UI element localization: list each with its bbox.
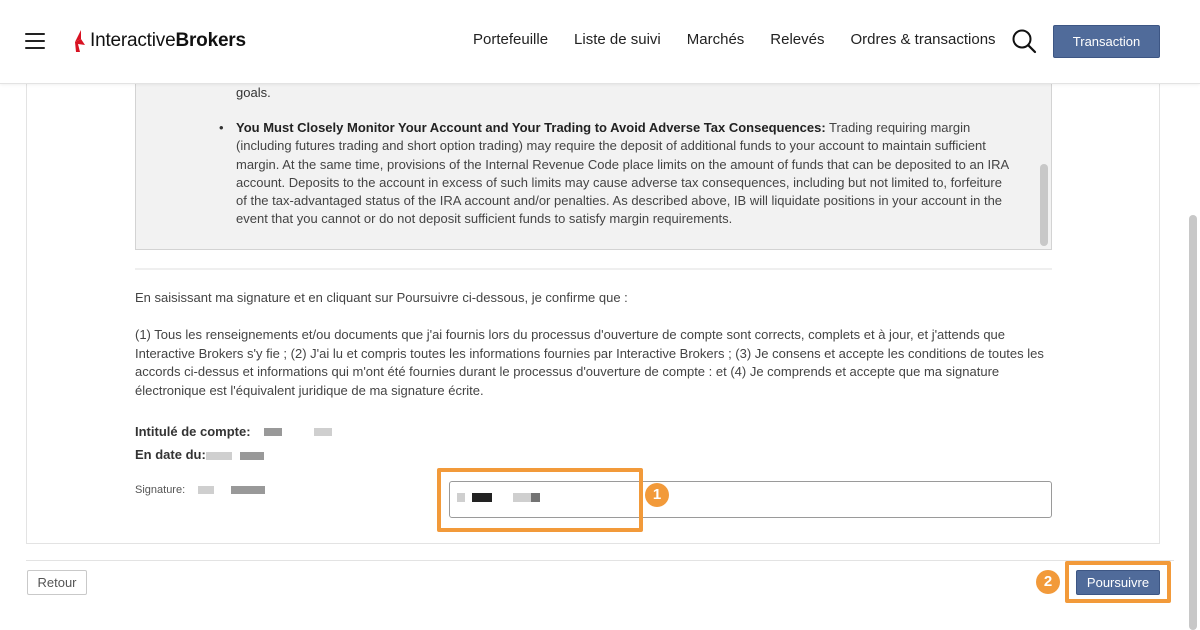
- nav-marches[interactable]: Marchés: [687, 30, 745, 50]
- step-badge-1: 1: [645, 483, 669, 507]
- account-title-value: [264, 428, 282, 436]
- step-badge-2: 2: [1036, 570, 1060, 594]
- ib-logo-icon: [75, 30, 85, 52]
- footer-divider: [26, 560, 1174, 561]
- bullet-dot: •: [219, 120, 224, 135]
- account-title-value-2: [314, 428, 332, 436]
- logo-text-regular: Interactive: [90, 30, 176, 51]
- hamburger-icon[interactable]: [25, 33, 45, 49]
- main-nav: Portefeuille Liste de suivi Marchés Rele…: [460, 30, 1022, 50]
- disclosure-text-top: goals.: [236, 85, 271, 100]
- confirmation-intro: En saisissant ma signature et en cliquan…: [135, 290, 628, 305]
- signature-typed-1: [457, 493, 465, 502]
- bullet-body: Trading requiring margin (including futu…: [236, 120, 1009, 227]
- date-value-2: [240, 452, 264, 460]
- signature-name-value-2: [231, 486, 265, 494]
- page-scrollbar-thumb[interactable]: [1189, 215, 1197, 630]
- nav-releves[interactable]: Relevés: [770, 30, 824, 50]
- disclosure-box[interactable]: goals. • You Must Closely Monitor Your A…: [135, 84, 1052, 250]
- logo-text-bold: Brokers: [175, 30, 246, 51]
- nav-portefeuille[interactable]: Portefeuille: [473, 30, 548, 50]
- ib-logo[interactable]: InteractiveBrokers: [72, 27, 246, 55]
- signature-label: Signature:: [135, 484, 186, 496]
- signature-name-value: [198, 486, 214, 494]
- bullet-title: You Must Closely Monitor Your Account an…: [236, 120, 826, 135]
- disclosure-bullet: • You Must Closely Monitor Your Account …: [219, 119, 1011, 229]
- transaction-button[interactable]: Transaction: [1053, 25, 1160, 58]
- confirmation-body: (1) Tous les renseignements et/ou docume…: [135, 327, 1044, 398]
- back-button[interactable]: Retour: [27, 570, 87, 595]
- date-value: [206, 452, 232, 460]
- disclosure-scrollbar-thumb[interactable]: [1040, 164, 1048, 246]
- top-header: InteractiveBrokers Portefeuille Liste de…: [0, 0, 1200, 84]
- continue-button[interactable]: Poursuivre: [1076, 570, 1160, 595]
- signature-typed-4: [531, 493, 540, 502]
- nav-ordres-transactions[interactable]: Ordres & transactions: [851, 30, 996, 50]
- nav-liste-de-suivi[interactable]: Liste de suivi: [574, 30, 661, 50]
- bullet-text: You Must Closely Monitor Your Account an…: [236, 119, 1011, 229]
- signature-typed-3: [513, 493, 531, 502]
- signature-input[interactable]: [449, 481, 1052, 518]
- logo-text: InteractiveBrokers: [90, 30, 246, 52]
- search-icon[interactable]: [1011, 28, 1037, 54]
- divider: [135, 268, 1052, 270]
- signature-typed-2: [472, 493, 492, 502]
- account-title-label: Intitulé de compte:: [135, 424, 251, 439]
- date-label: En date du:: [135, 447, 206, 462]
